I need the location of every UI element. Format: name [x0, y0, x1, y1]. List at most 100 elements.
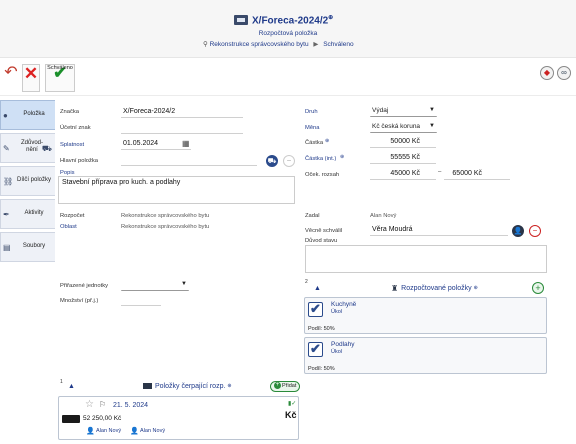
- save-button-label: Schváleno: [47, 65, 73, 71]
- drawing-item-currency: Kč: [285, 410, 297, 420]
- person-icon: 👤: [130, 428, 139, 435]
- person-icon: 👤: [86, 428, 95, 435]
- undo-button[interactable]: ↶: [2, 64, 20, 92]
- title-mark: ⊕: [328, 15, 334, 21]
- pin-icon: ◆: [543, 68, 551, 77]
- popis-textarea[interactable]: Stavební příprava pro kuch. a podlahy: [58, 176, 295, 204]
- link-button[interactable]: ∞: [557, 66, 571, 80]
- drawing-item-card[interactable]: ☆ ⚐ 21. 5. 2024 52 250,00 Kč 👤 Alan Nový…: [58, 396, 299, 440]
- clear-approver-button[interactable]: −: [529, 225, 541, 237]
- checkbox-checked-icon[interactable]: ✔: [308, 342, 323, 357]
- drawing-item-amount: 52 250,00 Kč: [83, 415, 122, 422]
- undo-arrow-icon: ↶: [4, 64, 18, 81]
- budgeted-item-share: Podíl: 50%: [308, 326, 335, 332]
- budgeted-item-card[interactable]: ✔ Kuchyně Úkol Podíl: 50%: [304, 297, 547, 334]
- mnozstvi-label: Množství (př.j.): [60, 298, 99, 304]
- breadcrumb-project[interactable]: Rekonstrukce správcovského bytu: [210, 41, 309, 48]
- breadcrumb-status[interactable]: Schváleno: [323, 41, 353, 48]
- link-icon: ∞: [561, 68, 567, 77]
- info-icon: ⊕: [473, 285, 478, 291]
- add-budgeted-button[interactable]: +: [532, 282, 544, 294]
- tab-label: Dílčí položky: [16, 177, 51, 183]
- tab-aktivity[interactable]: ✒ Aktivity: [0, 199, 55, 229]
- hlavni-polozka-field[interactable]: [121, 155, 257, 166]
- collapse-caret-icon[interactable]: ▲: [68, 383, 75, 390]
- status-check-icon: ▮✓: [288, 401, 297, 407]
- ocek-to-field[interactable]: 65000 Kč: [444, 169, 510, 180]
- money-icon: [143, 383, 152, 389]
- drawing-item-date: 21. 5. 2024: [113, 402, 149, 409]
- select-approver-button[interactable]: 👤: [512, 225, 524, 237]
- tab-dilci-polozky[interactable]: ⛓ Dílčí položky: [0, 166, 55, 196]
- minus-icon: −: [532, 226, 538, 235]
- breadcrumb: ⚲ Rekonstrukce správcovského bytu ▶ Schv…: [203, 40, 354, 48]
- prirazene-jednotky-label: Přiřazené jednotky: [60, 283, 109, 289]
- close-icon: ✕: [23, 64, 39, 83]
- calendar-icon[interactable]: ▦: [182, 139, 190, 148]
- castka-field[interactable]: 50000 Kč: [370, 137, 436, 148]
- mena-label: Měna: [305, 125, 320, 131]
- collapse-caret-icon[interactable]: ▲: [314, 285, 321, 292]
- plus-icon: +: [274, 382, 281, 390]
- info-icon: ⊕: [325, 138, 330, 144]
- link-icon: ⛓: [3, 177, 14, 186]
- title-text: X/Foreca-2024/2: [252, 15, 329, 27]
- tab-label: Soubory: [22, 243, 46, 249]
- tab-zduvodneni[interactable]: ✎ Zdůvod-nění ⛟: [0, 133, 55, 163]
- budgeted-item-card[interactable]: ✔ Podlahy Úkol Podíl: 50%: [304, 337, 547, 374]
- minus-icon: −: [286, 156, 292, 165]
- cancel-button[interactable]: ✕: [22, 64, 40, 92]
- druh-value: Výdaj: [372, 107, 389, 114]
- star-icon[interactable]: ☆: [85, 399, 94, 410]
- add-drawing-button[interactable]: + Přidat: [270, 381, 301, 392]
- select-parent-button[interactable]: ⛟: [266, 155, 278, 167]
- plus-icon: +: [535, 283, 541, 293]
- tab-label: Zdůvod-nění: [21, 140, 44, 153]
- budgeted-item-share: Podíl: 50%: [308, 366, 335, 372]
- castka-int-field[interactable]: 55555 Kč: [370, 153, 436, 164]
- money-icon: [62, 415, 80, 423]
- page-title: X/Foreca-2024/2⊕: [252, 14, 333, 26]
- tab-polozka[interactable]: ● Položka: [0, 100, 55, 130]
- prirazene-jednotky-select[interactable]: ▼: [121, 280, 189, 291]
- drawing-item-person2: Alan Nový: [140, 428, 166, 434]
- budgeted-item-type: Úkol: [331, 309, 343, 315]
- duvod-stavu-textarea[interactable]: [305, 245, 547, 273]
- castka-int-label: Částka (int.): [305, 156, 337, 162]
- budgeted-item-type: Úkol: [331, 349, 343, 355]
- mnozstvi-field[interactable]: [121, 295, 161, 306]
- vecne-schvalil-field[interactable]: Věra Moudrá: [370, 225, 508, 236]
- flag-icon[interactable]: ⚐: [99, 400, 106, 409]
- pin-button[interactable]: ◆: [540, 66, 554, 80]
- tab-label: Položka: [23, 111, 45, 117]
- budgeted-section-header: ♜ Rozpočtované položky ⊕: [391, 282, 478, 294]
- zadal-value: Alan Nový: [370, 213, 397, 219]
- tab-soubory[interactable]: ▤ Soubory: [0, 232, 55, 262]
- budgeted-count: 2: [305, 279, 308, 285]
- oblast-label: Oblast: [60, 224, 77, 230]
- znacka-label: Značka: [60, 109, 80, 115]
- mena-select[interactable]: Kč česká koruna ▼: [370, 122, 437, 133]
- splatnost-field[interactable]: 01.05.2024: [121, 139, 191, 150]
- druh-label: Druh: [305, 109, 318, 115]
- ocek-from-field[interactable]: 45000 Kč: [370, 169, 436, 180]
- tab-label: Aktivity: [24, 210, 44, 216]
- car-icon: ⛟: [41, 144, 52, 153]
- page-subtitle: Rozpočtová položka: [258, 30, 318, 37]
- ucetni-znak-label: Účetní znak: [60, 125, 91, 131]
- info-icon: ⊕: [340, 154, 345, 160]
- druh-select[interactable]: Výdaj ▼: [370, 106, 437, 117]
- info-icon: ⊕: [227, 383, 232, 389]
- vecne-schvalil-label: Věcně schválil: [305, 228, 343, 234]
- pin-icon: ⚲: [203, 41, 208, 48]
- checkbox-checked-icon[interactable]: ✔: [308, 302, 323, 317]
- budget-item-icon: [234, 15, 248, 25]
- drawing-item-person1: Alan Nový: [96, 428, 122, 434]
- ucetni-znak-field[interactable]: [121, 123, 243, 134]
- save-button[interactable]: ✔ Schváleno: [45, 64, 75, 92]
- clear-parent-button[interactable]: −: [283, 155, 295, 167]
- znacka-field[interactable]: X/Foreca-2024/2: [121, 107, 243, 118]
- page-header: X/Foreca-2024/2⊕ Rozpočtová položka ⚲ Re…: [0, 0, 576, 58]
- pencil-icon: ✎: [3, 144, 10, 153]
- drawing-section-title: Položky čerpající rozp.: [155, 382, 226, 390]
